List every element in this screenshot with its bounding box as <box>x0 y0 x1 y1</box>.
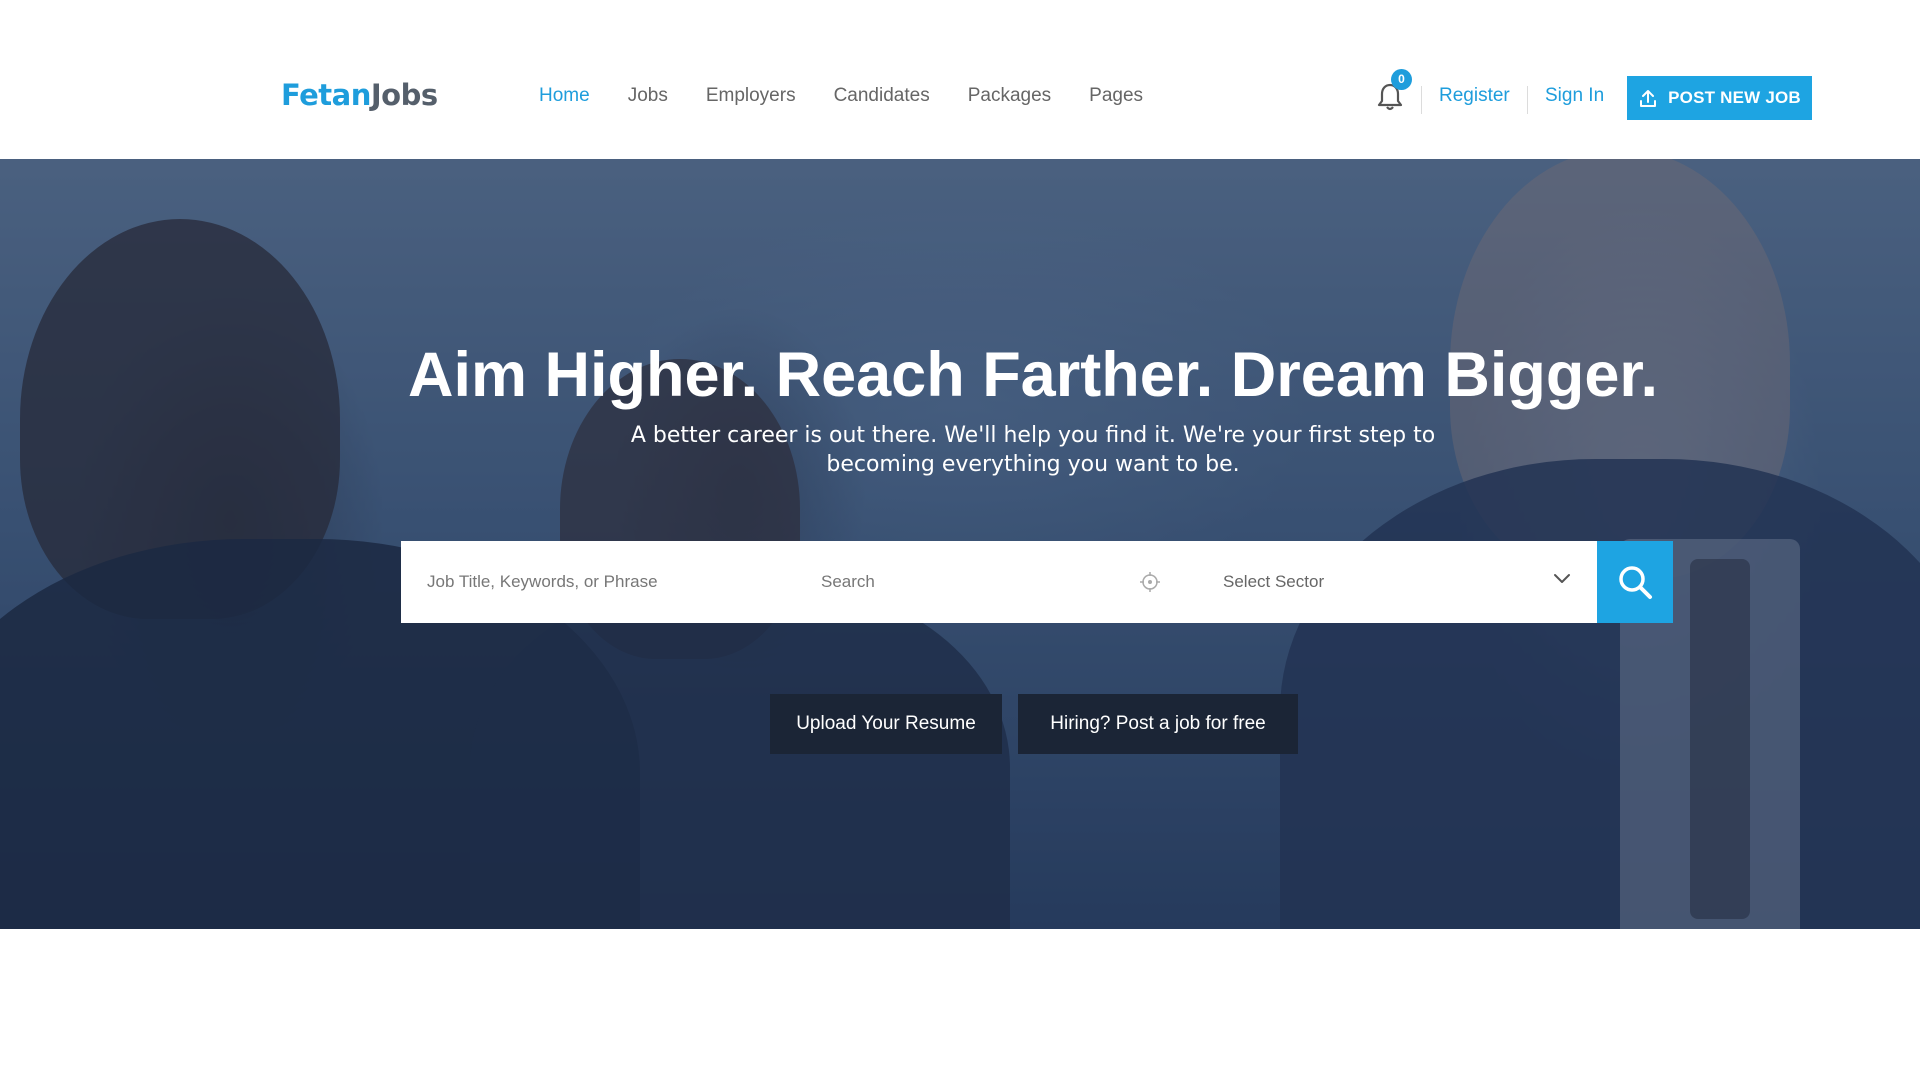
nav-item-packages[interactable]: Packages <box>968 78 1051 114</box>
keyword-input[interactable] <box>427 541 787 623</box>
logo-text-primary: Fetan <box>281 78 371 112</box>
logo-text-secondary: Jobs <box>370 78 438 112</box>
site-logo[interactable]: FetanJobs <box>281 72 438 118</box>
notification-count-badge: 0 <box>1391 69 1412 90</box>
location-input[interactable] <box>821 541 1141 623</box>
nav-item-pages[interactable]: Pages <box>1089 78 1143 114</box>
upload-resume-button[interactable]: Upload Your Resume <box>770 694 1002 754</box>
search-submit-button[interactable] <box>1597 541 1673 623</box>
header-divider <box>1527 86 1528 114</box>
upload-icon <box>1640 90 1657 107</box>
sector-select[interactable]: Select Sector <box>1197 541 1597 623</box>
nav-item-jobs[interactable]: Jobs <box>628 78 668 114</box>
search-icon <box>1619 566 1652 599</box>
nav-item-candidates[interactable]: Candidates <box>834 78 930 114</box>
crosshair-icon[interactable] <box>1139 571 1161 593</box>
sector-select-value: Select Sector <box>1223 572 1325 591</box>
hero-subtitle: A better career is out there. We'll help… <box>630 423 1436 477</box>
location-field <box>797 541 1197 623</box>
nav-item-employers[interactable]: Employers <box>706 78 796 114</box>
sign-in-link[interactable]: Sign In <box>1545 78 1604 114</box>
post-new-job-button[interactable]: POST NEW JOB <box>1627 76 1812 120</box>
header-divider <box>1421 86 1422 114</box>
site-header: FetanJobs Home Jobs Employers Candidates… <box>0 0 1920 159</box>
hero-section: Aim Higher. Reach Farther. Dream Bigger.… <box>0 159 1920 929</box>
job-search-form: Select Sector <box>401 541 1673 623</box>
notification-button[interactable]: 0 <box>1376 69 1412 114</box>
main-nav: Home Jobs Employers Candidates Packages … <box>539 78 1181 114</box>
post-job-free-button[interactable]: Hiring? Post a job for free <box>1018 694 1298 754</box>
register-link[interactable]: Register <box>1439 78 1510 114</box>
chevron-down-icon <box>1554 574 1570 583</box>
nav-item-home[interactable]: Home <box>539 78 590 114</box>
keyword-field <box>401 541 797 623</box>
post-new-job-label: POST NEW JOB <box>1668 88 1801 107</box>
hero-title: Aim Higher. Reach Farther. Dream Bigger. <box>408 340 1658 410</box>
